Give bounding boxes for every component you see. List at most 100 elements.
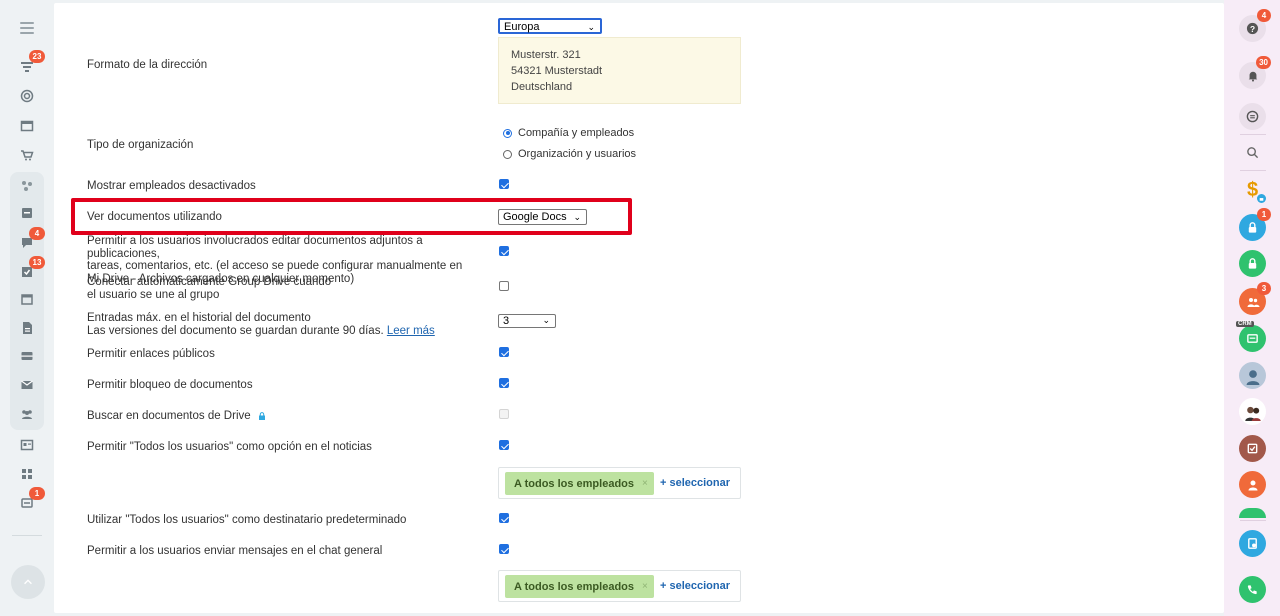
integrations-icon[interactable] xyxy=(17,176,37,196)
person-icon xyxy=(1248,480,1257,490)
avatar-icon xyxy=(1246,369,1259,385)
svg-text:?: ? xyxy=(1250,24,1255,34)
tasks-badge: 13 xyxy=(29,256,45,269)
chat-bubble-icon xyxy=(1246,110,1259,123)
public-links-label: Permitir enlaces públicos xyxy=(87,348,215,360)
general-chat-label: Permitir a los usuarios enviar mensajes … xyxy=(87,545,383,557)
lock-icon xyxy=(1248,222,1257,233)
call-button[interactable] xyxy=(1239,576,1266,603)
drive-search-label: Buscar en documentos de Drive xyxy=(87,410,266,423)
help-button[interactable]: ? 4 xyxy=(1239,9,1271,42)
left-sidebar: 23 4 13 1 xyxy=(0,0,54,616)
all-users-feed-label: Permitir "Todos los usuarios" como opció… xyxy=(87,441,372,453)
partial-item[interactable] xyxy=(1239,508,1266,518)
auto-connect-label: Conectar automáticamente Group Drive cua… xyxy=(87,276,332,301)
cart-icon[interactable] xyxy=(17,145,37,165)
select-recipients-link[interactable]: + seleccionar xyxy=(660,580,730,592)
view-documents-select[interactable]: Google Docs ⌄ xyxy=(498,209,587,225)
phone-icon xyxy=(1247,585,1257,595)
employees-icon[interactable] xyxy=(17,404,37,424)
search-button[interactable] xyxy=(1239,139,1266,166)
user-avatar-2[interactable] xyxy=(1239,398,1266,425)
remove-tag-icon[interactable]: × xyxy=(642,478,648,489)
user-avatar-3[interactable] xyxy=(1239,471,1266,498)
target-icon[interactable] xyxy=(17,86,37,106)
menu-icon[interactable] xyxy=(20,22,34,34)
user-avatar-1[interactable] xyxy=(1239,362,1266,389)
group-icon xyxy=(1247,297,1259,307)
sales-icon[interactable]: $ xyxy=(1239,177,1266,204)
address-format-label: Formato de la dirección xyxy=(87,59,208,71)
general-chat-recipients: A todos los empleados × + seleccionar xyxy=(498,570,741,602)
groups-button[interactable]: 3 xyxy=(1239,282,1271,315)
open-channel-lock-green[interactable] xyxy=(1239,250,1266,277)
radio-button[interactable] xyxy=(503,149,512,159)
notifications-button[interactable]: 30 xyxy=(1239,56,1271,89)
document-icon[interactable] xyxy=(17,318,37,338)
screen-icon xyxy=(1248,538,1257,549)
tasks-widget-button[interactable] xyxy=(1239,435,1266,462)
right-divider xyxy=(1240,170,1266,171)
show-deactivated-checkbox[interactable] xyxy=(499,179,509,189)
groups-badge: 3 xyxy=(1257,282,1271,295)
all-users-default-checkbox[interactable] xyxy=(499,513,509,523)
sync-icon[interactable]: 1 xyxy=(17,487,45,513)
radio-company-employees[interactable]: Compañía y empleados xyxy=(503,127,634,139)
crm-label: CRM xyxy=(1236,321,1254,327)
general-chat-checkbox[interactable] xyxy=(499,544,509,554)
chat-badge: 4 xyxy=(29,227,45,240)
radio-button[interactable] xyxy=(503,128,512,138)
public-links-checkbox[interactable] xyxy=(499,347,509,357)
chevron-down-icon: ⌄ xyxy=(542,315,550,325)
drive-icon[interactable] xyxy=(17,346,37,366)
document-lock-label: Permitir bloqueo de documentos xyxy=(87,379,253,391)
address-format-select[interactable]: Europa ⌄ xyxy=(498,18,602,34)
window-icon[interactable] xyxy=(17,116,37,136)
recipient-tag: A todos los empleados × xyxy=(505,575,654,598)
inbox-icon[interactable] xyxy=(17,203,37,223)
scroll-to-top-button[interactable] xyxy=(11,565,45,599)
screen-share-button[interactable] xyxy=(1239,530,1266,557)
apps-icon[interactable] xyxy=(17,464,37,484)
history-entries-select[interactable]: 3 ⌄ xyxy=(498,314,556,328)
document-lock-checkbox[interactable] xyxy=(499,378,509,388)
messenger-button[interactable] xyxy=(1239,103,1266,130)
right-divider xyxy=(1240,520,1266,521)
crm-button[interactable]: CRM xyxy=(1236,321,1266,352)
question-icon: ? xyxy=(1246,22,1259,35)
lock-badge: 1 xyxy=(1257,208,1271,221)
right-divider xyxy=(1240,134,1266,135)
contact-card-icon[interactable] xyxy=(17,435,37,455)
sync-badge: 1 xyxy=(29,487,45,500)
bell-icon xyxy=(1248,71,1257,82)
open-channel-lock-blue[interactable]: 1 xyxy=(1239,208,1271,241)
all-users-feed-checkbox[interactable] xyxy=(499,440,509,450)
right-sidebar: ? 4 30 $ 1 3 CRM xyxy=(1224,0,1280,616)
remove-tag-icon[interactable]: × xyxy=(642,581,648,592)
help-badge: 4 xyxy=(1257,9,1271,22)
lock-icon xyxy=(1248,258,1257,269)
read-more-link[interactable]: Leer más xyxy=(387,325,435,337)
allow-edit-attachments-checkbox[interactable] xyxy=(499,246,509,256)
settings-panel: Formato de la dirección Europa ⌄ Musters… xyxy=(54,3,1224,613)
sidebar-divider xyxy=(12,535,42,536)
select-recipients-link[interactable]: + seleccionar xyxy=(660,477,730,489)
calendar-icon[interactable] xyxy=(17,289,37,309)
feed-icon[interactable]: 23 xyxy=(17,50,45,76)
feed-badge: 23 xyxy=(29,50,45,63)
tasks-icon[interactable]: 13 xyxy=(17,256,45,282)
radio-organization-users[interactable]: Organización y usuarios xyxy=(503,148,636,160)
auto-connect-checkbox[interactable] xyxy=(499,281,509,291)
view-documents-label: Ver documentos utilizando xyxy=(87,211,222,223)
chevron-down-icon: ⌄ xyxy=(573,212,581,222)
drive-search-checkbox xyxy=(499,409,509,419)
all-users-feed-recipients: A todos los empleados × + seleccionar xyxy=(498,467,741,499)
history-entries-label: Entradas máx. en el historial del docume… xyxy=(87,312,435,337)
lock-icon xyxy=(1257,194,1266,203)
mail-icon[interactable] xyxy=(17,375,37,395)
chevron-up-icon xyxy=(24,579,32,585)
all-users-default-label: Utilizar "Todos los usuarios" como desti… xyxy=(87,514,407,526)
chat-icon[interactable]: 4 xyxy=(17,227,45,253)
search-icon xyxy=(1247,147,1259,159)
show-deactivated-label: Mostrar empleados desactivados xyxy=(87,180,256,192)
